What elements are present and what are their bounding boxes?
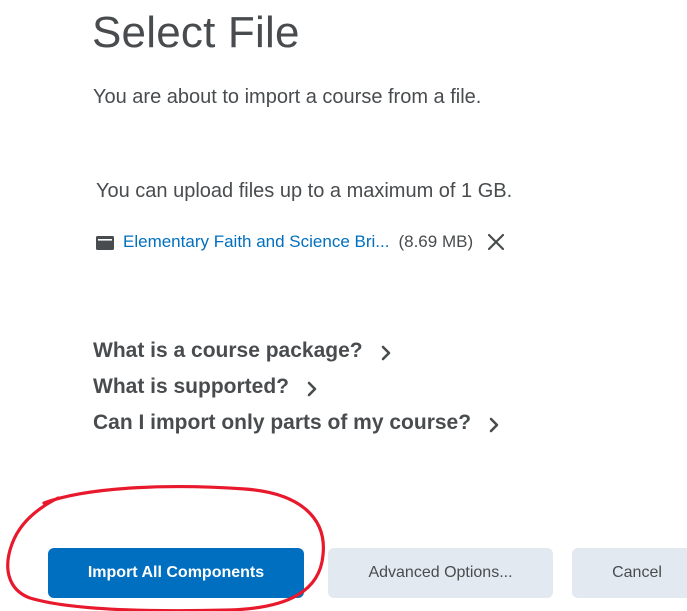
close-icon[interactable] [485,231,507,253]
help-links: What is a course package? What is suppor… [93,333,501,441]
file-icon [96,235,114,250]
help-link-label: What is a course package? [93,339,363,362]
file-name-link[interactable]: Elementary Faith and Science Bri... [123,232,389,252]
chevron-right-icon [305,379,319,397]
help-link-label: Can I import only parts of my course? [93,411,472,434]
page-title: Select File [92,8,300,57]
intro-text: You are about to import a course from a … [93,86,482,108]
help-link-supported[interactable]: What is supported? [93,369,501,405]
upload-limit-text: You can upload files up to a maximum of … [96,180,513,202]
help-link-import-parts[interactable]: Can I import only parts of my course? [93,405,501,441]
advanced-options-button[interactable]: Advanced Options... [328,548,553,598]
selected-file-row: Elementary Faith and Science Bri... (8.6… [96,231,507,253]
help-link-course-package[interactable]: What is a course package? [93,333,501,369]
file-size: (8.69 MB) [398,232,474,251]
cancel-button[interactable]: Cancel [572,548,687,598]
help-link-label: What is supported? [93,375,289,398]
import-all-components-button[interactable]: Import All Components [48,548,304,598]
chevron-right-icon [379,343,393,361]
chevron-right-icon [487,415,501,433]
